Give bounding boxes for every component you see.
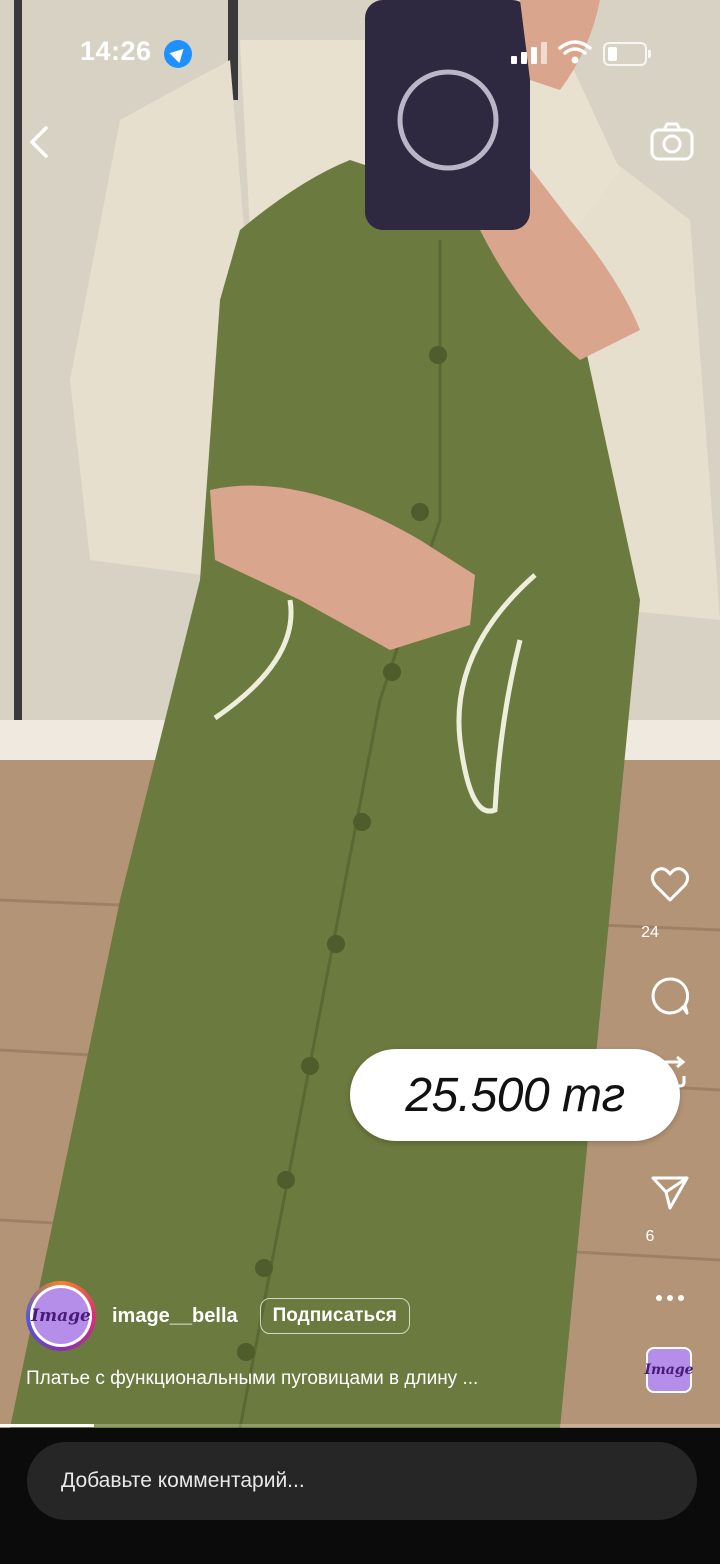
more-dots-icon[interactable] <box>650 1276 690 1316</box>
battery-icon <box>603 42 651 66</box>
audio-thumbnail-text: Image <box>644 1362 694 1378</box>
author-row: Image image__bella Подписаться <box>26 1280 410 1352</box>
video-progress-bar[interactable] <box>0 1424 720 1427</box>
location-arrow-icon <box>164 40 192 68</box>
reposts-count: 1 <box>645 1117 655 1134</box>
shares-count: 6 <box>645 1228 655 1245</box>
video-illustration <box>0 0 720 1428</box>
follow-button[interactable]: Подписаться <box>259 1298 410 1334</box>
repost-icon[interactable] <box>650 1054 690 1094</box>
comment-icon[interactable] <box>650 976 690 1016</box>
avatar-text: Image <box>31 1306 91 1326</box>
camera-icon[interactable] <box>650 122 694 162</box>
cellular-signal-icon <box>511 40 549 64</box>
wifi-icon <box>558 40 592 64</box>
video-frame[interactable] <box>0 0 720 1428</box>
likes-count: 24 <box>641 924 659 941</box>
back-chevron-icon[interactable] <box>22 122 62 162</box>
price-label: 25.500 тг <box>405 1068 625 1122</box>
send-icon[interactable] <box>650 1172 690 1212</box>
reels-screen: 14:26 25.500 тг 24 1 6 Image image__bell… <box>0 0 720 1564</box>
comment-bar <box>0 1428 720 1564</box>
avatar[interactable]: Image <box>26 1281 96 1351</box>
comment-input[interactable] <box>59 1468 663 1494</box>
username[interactable]: image__bella <box>112 1305 238 1328</box>
status-time: 14:26 <box>80 36 152 66</box>
audio-thumbnail[interactable]: Image <box>644 1347 694 1393</box>
caption[interactable]: Платье с функциональными пуговицами в дл… <box>26 1368 586 1390</box>
comment-field-container[interactable] <box>27 1442 697 1520</box>
video-progress-fill <box>0 1424 94 1427</box>
heart-icon[interactable] <box>650 864 690 904</box>
status-bar: 14:26 <box>0 0 720 100</box>
